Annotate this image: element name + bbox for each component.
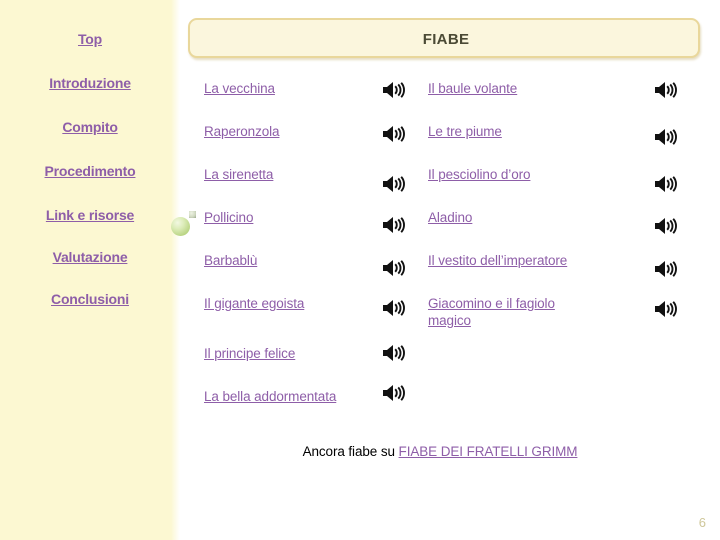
story-link-raperonzola[interactable]: Raperonzola: [204, 123, 280, 140]
speaker-icon-il-principe-felice[interactable]: [382, 343, 408, 363]
story-link-il-vestito-dell-imperatore[interactable]: Il vestito dell’imperatore: [428, 252, 567, 269]
speaker-icon-il-pesciolino-doro[interactable]: [654, 174, 680, 194]
sidebar-item-conclusioni[interactable]: Conclusioni: [0, 291, 180, 307]
story-link-il-pesciolino-d-oro[interactable]: Il pesciolino d’oro: [428, 166, 531, 183]
story-link-giacomino-e-il-fagiolo-magico[interactable]: Giacomino e il fagiolo magico: [428, 295, 578, 329]
footer-note: Ancora fiabe su FIABE DEI FRATELLI GRIMM: [180, 444, 700, 459]
sidebar-item-valutazione[interactable]: Valutazione: [0, 249, 180, 265]
story-link-il-baule-volante[interactable]: Il baule volante: [428, 80, 517, 97]
sidebar-item-label: Procedimento: [44, 163, 136, 179]
sidebar-item-label: Top: [77, 31, 103, 47]
speaker-icon-il-vestito-dellimperatore[interactable]: [654, 259, 680, 279]
speaker-icon-il-baule-volante[interactable]: [654, 80, 680, 100]
speaker-icon-aladino[interactable]: [654, 216, 680, 236]
speaker-icon-barbablu[interactable]: [382, 258, 408, 278]
sidebar-item-label: Compito: [62, 119, 118, 135]
sidebar-item-link-e-risorse[interactable]: Link e risorse: [0, 207, 180, 223]
story-link-la-sirenetta[interactable]: La sirenetta: [204, 166, 273, 183]
story-link-le-tre-piume[interactable]: Le tre piume: [428, 123, 502, 140]
speaker-icon-le-tre-piume[interactable]: [654, 127, 680, 147]
speaker-icon-la-bella-addormentata[interactable]: [382, 383, 408, 403]
speaker-icon-il-gigante-egoista[interactable]: [382, 298, 408, 318]
story-link-aladino[interactable]: Aladino: [428, 209, 472, 226]
page-title: FIABE: [422, 31, 470, 48]
story-link-il-gigante-egoista[interactable]: Il gigante egoista: [204, 295, 304, 312]
speaker-icon-pollicino[interactable]: [382, 215, 408, 235]
story-link-pollicino[interactable]: Pollicino: [204, 209, 253, 226]
story-link-la-vecchina[interactable]: La vecchina: [204, 80, 275, 97]
sidebar-item-label: Link e risorse: [45, 207, 135, 223]
speaker-icon-giacomino-e-il-fagiolo-magico[interactable]: [654, 299, 680, 319]
story-link-barbabl[interactable]: Barbablù: [204, 252, 257, 269]
sidebar-item-procedimento[interactable]: Procedimento: [0, 163, 180, 179]
page-number: 6: [698, 515, 706, 530]
sidebar-item-top[interactable]: Top: [0, 31, 180, 47]
sidebar-item-label: Introduzione: [49, 75, 131, 91]
sidebar-item-compito[interactable]: Compito: [0, 119, 180, 135]
page-title-banner: FIABE: [188, 18, 700, 58]
speaker-icon-raperonzola[interactable]: [382, 124, 408, 144]
small-bullet-dot-icon: [189, 211, 196, 218]
sidebar-item-introduzione[interactable]: Introduzione: [0, 75, 180, 91]
footer-external-link[interactable]: FIABE DEI FRATELLI GRIMM: [399, 444, 578, 459]
sidebar-navigation: Top Introduzione Compito Procedimento Link e…: [0, 0, 180, 540]
speaker-icon-la-vecchina[interactable]: [382, 80, 408, 100]
story-link-la-bella-addormentata[interactable]: La bella addormentata: [204, 388, 336, 405]
footer-prefix-text: Ancora fiabe su: [302, 444, 399, 459]
speaker-icon-la-sirenetta[interactable]: [382, 174, 408, 194]
sidebar-item-label: Valutazione: [52, 249, 128, 265]
story-link-il-principe-felice[interactable]: Il principe felice: [204, 345, 295, 362]
green-sphere-bullet-icon: [171, 217, 190, 236]
sidebar-item-label: Conclusioni: [51, 291, 129, 307]
